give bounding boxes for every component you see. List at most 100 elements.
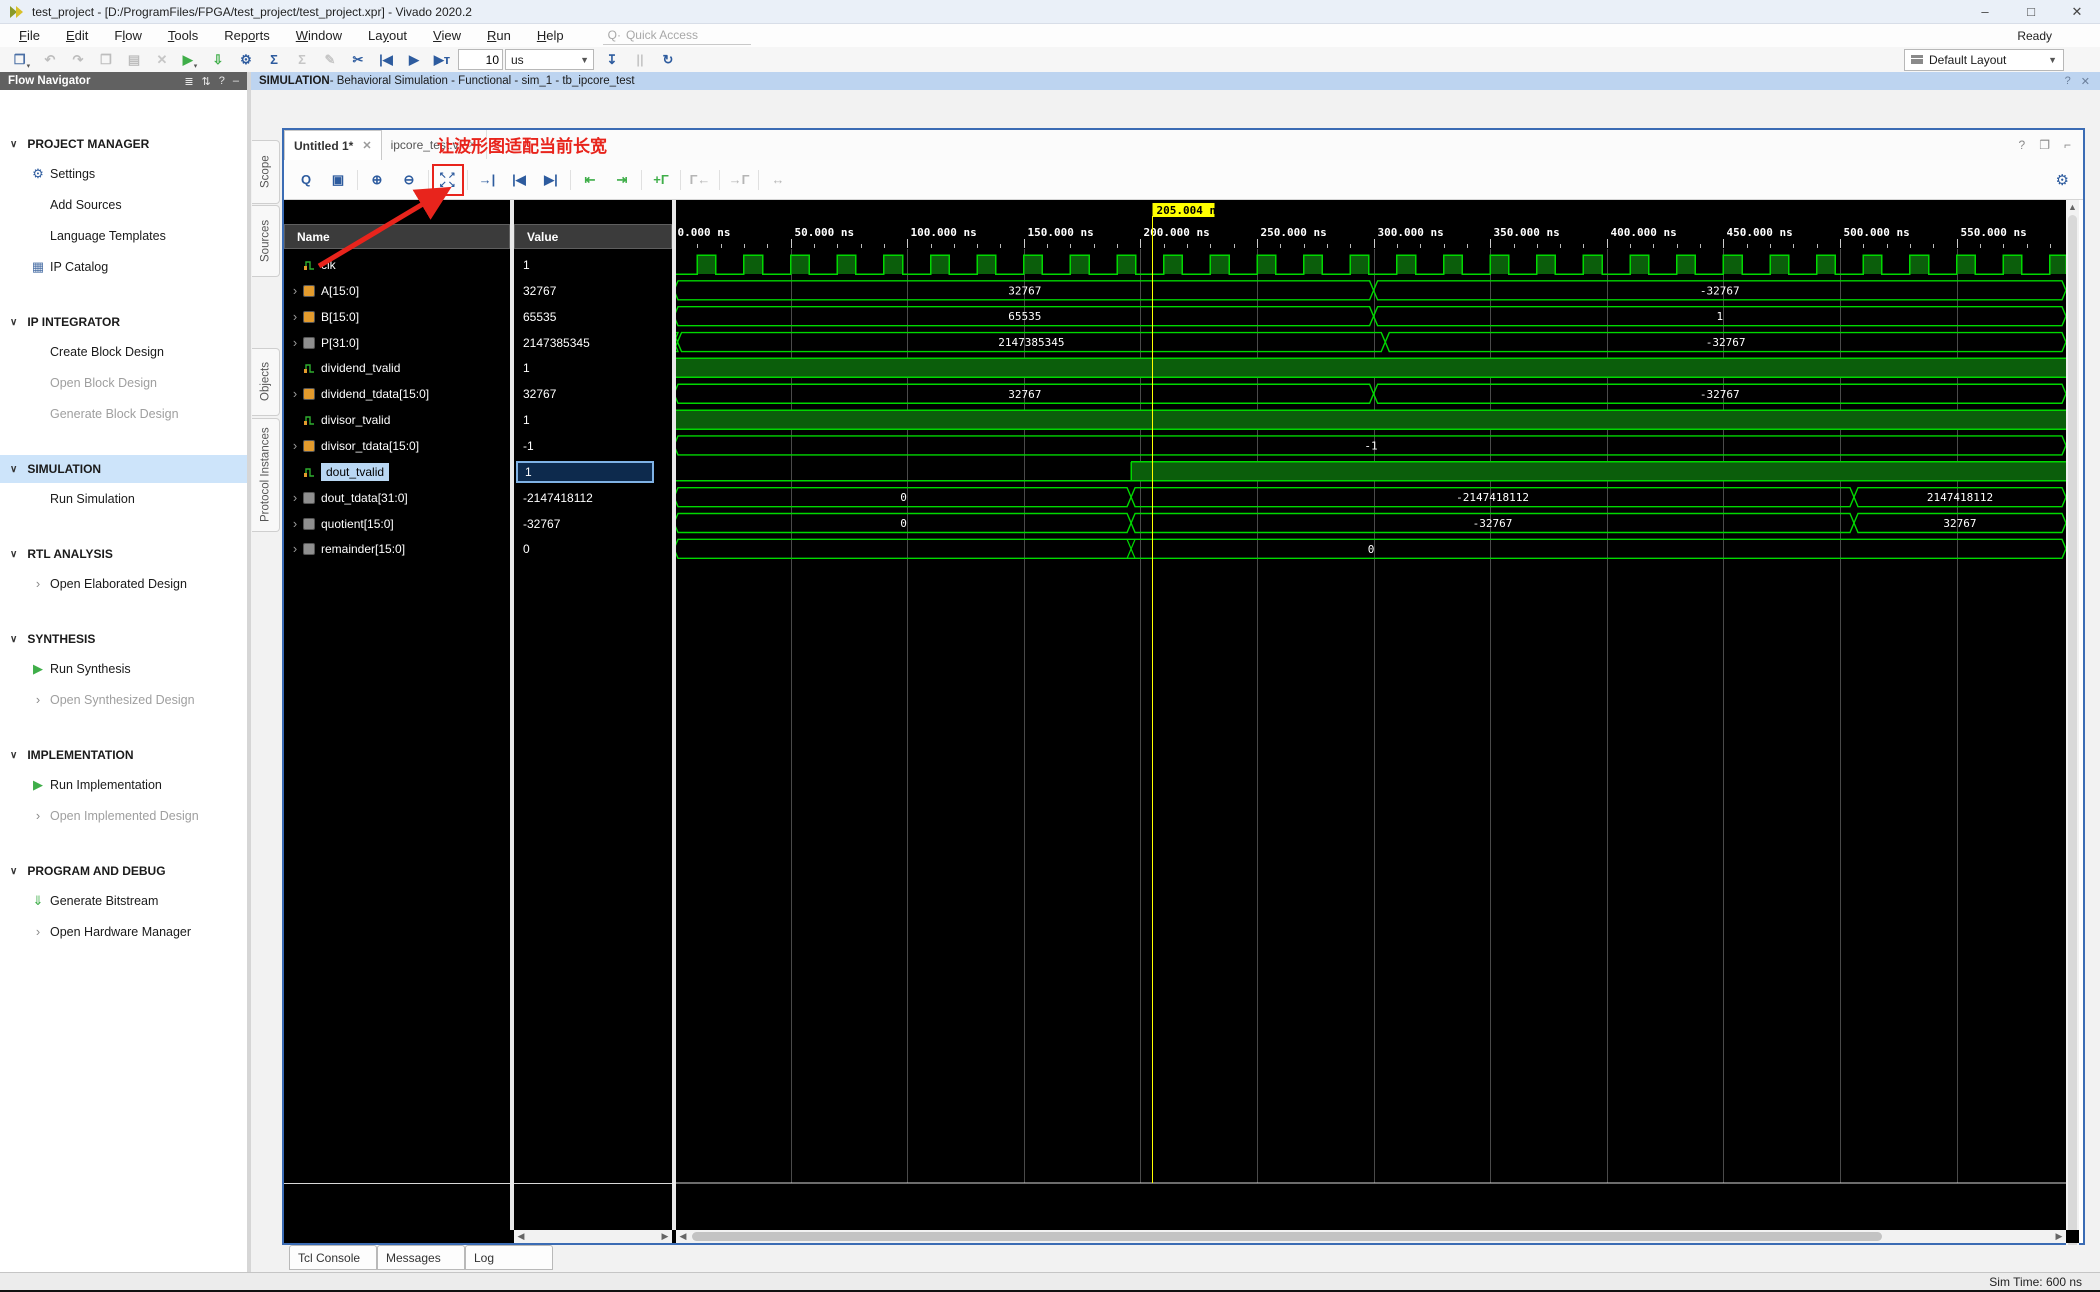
step-into-icon[interactable]: ⇩ (206, 49, 230, 70)
value-column-header[interactable]: Value (514, 224, 672, 249)
find-icon[interactable]: Q (293, 167, 319, 193)
signal-value-remainder-15-0-[interactable]: 0 (514, 536, 672, 561)
menu-run[interactable]: Run (474, 25, 524, 46)
menu-reports[interactable]: Reports (211, 25, 283, 46)
signal-row-clk[interactable]: clk (284, 252, 510, 277)
signal-value-P-31-0-[interactable]: 2147385345 (514, 330, 672, 355)
scroll-right-icon[interactable]: ▶ (2052, 1231, 2066, 1242)
undo-icon[interactable]: ↶ (38, 49, 62, 70)
expand-icon[interactable]: › (288, 438, 302, 453)
flow-section-implementation[interactable]: ∨ IMPLEMENTATION (0, 741, 247, 769)
restart-icon[interactable]: |◀ (374, 49, 398, 70)
float-window-icon[interactable]: ❐ (2039, 138, 2050, 152)
wave-settings-gear-icon[interactable]: ⚙ (2056, 171, 2069, 189)
signal-value-divisor-tdata-15-0-[interactable]: -1 (514, 433, 672, 458)
close-tab-icon[interactable]: ✕ (362, 139, 371, 152)
previous-marker-icon[interactable]: Γ← (687, 167, 713, 193)
run-for-time-icon[interactable]: ▶ᴛ (430, 49, 454, 70)
expand-icon[interactable]: › (288, 541, 302, 556)
signal-row-quotient-15-0-[interactable]: › quotient[15:0] (284, 511, 510, 536)
expand-icon[interactable]: › (288, 386, 302, 401)
report-sum-icon[interactable]: Σ (262, 49, 286, 70)
help-icon[interactable]: ? (2019, 138, 2026, 152)
flow-section-ip-integrator[interactable]: ∨ IP INTEGRATOR (0, 308, 247, 336)
expand-icon[interactable]: › (288, 516, 302, 531)
next-marker-icon[interactable]: →Γ (726, 167, 752, 193)
wave-tab-untitled-1-[interactable]: Untitled 1* ✕ (284, 130, 382, 160)
delete-icon[interactable]: ✕ (150, 49, 174, 70)
sidebar-item-settings[interactable]: ⚙ Settings (0, 158, 247, 189)
signal-value-dout-tvalid[interactable]: 1 (514, 459, 672, 484)
scrollbar-thumb[interactable] (2068, 215, 2077, 1283)
signal-value-dividend-tvalid[interactable]: 1 (514, 355, 672, 380)
name-column-header[interactable]: Name (284, 224, 510, 249)
save-icon[interactable]: ▣ (325, 167, 351, 193)
signal-row-P-31-0-[interactable]: › P[31:0] (284, 330, 510, 355)
menu-help[interactable]: Help (524, 25, 577, 46)
step-to-icon[interactable]: ↧ (600, 49, 624, 70)
signal-row-dout-tvalid[interactable]: dout_tvalid (284, 459, 510, 484)
flow-nav-header-icon-0[interactable]: ≣ (184, 75, 193, 88)
close-button[interactable]: ✕ (2054, 0, 2100, 23)
signal-row-B-15-0-[interactable]: › B[15:0] (284, 304, 510, 329)
scroll-right-icon[interactable]: ▶ (658, 1231, 672, 1242)
settings-gear-icon[interactable]: ⚙ (234, 49, 258, 70)
flow-nav-header-icon-1[interactable]: ⇅ (202, 75, 211, 88)
open-project-icon[interactable]: ❒ ▾ (10, 49, 34, 71)
signal-value-B-15-0-[interactable]: 65535 (514, 304, 672, 329)
scroll-left-icon[interactable]: ◀ (676, 1231, 690, 1242)
menu-tools[interactable]: Tools (155, 25, 211, 46)
signal-value-dout-tdata-31-0-[interactable]: -2147418112 (514, 485, 672, 510)
signal-row-divisor-tdata-15-0-[interactable]: › divisor_tdata[15:0] (284, 433, 510, 458)
flow-nav-header-icon-2[interactable]: ? (219, 75, 225, 88)
signal-row-dout-tdata-31-0-[interactable]: › dout_tdata[31:0] (284, 485, 510, 510)
expand-icon[interactable]: › (288, 490, 302, 505)
zoom-to-cursor-icon[interactable]: →| (474, 167, 500, 193)
maximize-panel-icon[interactable]: ⌐ (2064, 138, 2071, 152)
previous-transition-icon[interactable]: |◀ (506, 167, 532, 193)
copy-icon[interactable]: ❐ (94, 49, 118, 70)
edit-disabled-icon[interactable]: ✎ (318, 49, 342, 70)
signal-row-remainder-15-0-[interactable]: › remainder[15:0] (284, 536, 510, 561)
relaunch-icon[interactable]: ↻ (656, 49, 680, 70)
pause-icon[interactable]: || (628, 49, 652, 70)
run-all-icon[interactable]: ▶ (402, 49, 426, 70)
minimize-button[interactable]: – (1962, 0, 2008, 23)
menu-flow[interactable]: Flow (101, 25, 154, 46)
signal-value-divisor-tvalid[interactable]: 1 (514, 407, 672, 432)
menu-view[interactable]: View (420, 25, 474, 46)
zoom-out-icon[interactable]: ⊖ (396, 167, 422, 193)
side-tab-protocol-instances[interactable]: Protocol Instances (252, 418, 280, 532)
flow-section-synthesis[interactable]: ∨ SYNTHESIS (0, 625, 247, 653)
vertical-scrollbar[interactable]: ▲ (2066, 200, 2079, 1292)
swap-cursors-icon[interactable]: ↔ (765, 167, 791, 193)
zoom-fit-icon[interactable]: ↖ ↗ ↙ ↘ (432, 163, 464, 196)
sidebar-item-open-elaborated-design[interactable]: › Open Elaborated Design (0, 568, 247, 599)
waveform-canvas[interactable]: 0.000 ns 50.000 ns 100.000 ns 150.000 ns 200… (676, 200, 2066, 1230)
expand-icon[interactable]: › (288, 309, 302, 324)
console-tab-messages[interactable]: Messages (377, 1245, 465, 1270)
wave-hscrollbar[interactable]: ◀ ▶ (676, 1230, 2066, 1243)
signal-row-dividend-tvalid[interactable]: dividend_tvalid (284, 355, 510, 380)
close-icon[interactable]: ✕ (2081, 75, 2090, 88)
signal-value-clk[interactable]: 1 (514, 252, 672, 277)
menu-layout[interactable]: Layout (355, 25, 420, 46)
paste-icon[interactable]: ▤ (122, 49, 146, 70)
run-time-input[interactable] (458, 49, 503, 70)
run-icon[interactable]: ▶ ▾ (178, 49, 202, 71)
side-tab-objects[interactable]: Objects (252, 348, 280, 416)
signal-row-dividend-tdata-15-0-[interactable]: › dividend_tdata[15:0] (284, 381, 510, 406)
maximize-button[interactable]: □ (2008, 0, 2054, 23)
flow-section-simulation[interactable]: ∨ SIMULATION (0, 455, 247, 483)
flow-section-project-manager[interactable]: ∨ PROJECT MANAGER (0, 130, 247, 158)
time-unit-select[interactable]: us ▼ (505, 49, 594, 70)
quick-access-search[interactable]: Q· Quick Access (602, 26, 751, 45)
side-tab-scope[interactable]: Scope (252, 140, 280, 204)
sidebar-item-create-block-design[interactable]: Create Block Design (0, 336, 247, 367)
sidebar-item-ip-catalog[interactable]: ▦ IP Catalog (0, 251, 247, 282)
sidebar-item-language-templates[interactable]: Language Templates (0, 220, 247, 251)
goto-last-time-icon[interactable]: ⇥ (609, 167, 635, 193)
expand-icon[interactable]: › (288, 283, 302, 298)
flow-section-program-and-debug[interactable]: ∨ PROGRAM AND DEBUG (0, 857, 247, 885)
goto-time-zero-icon[interactable]: ⇤ (577, 167, 603, 193)
